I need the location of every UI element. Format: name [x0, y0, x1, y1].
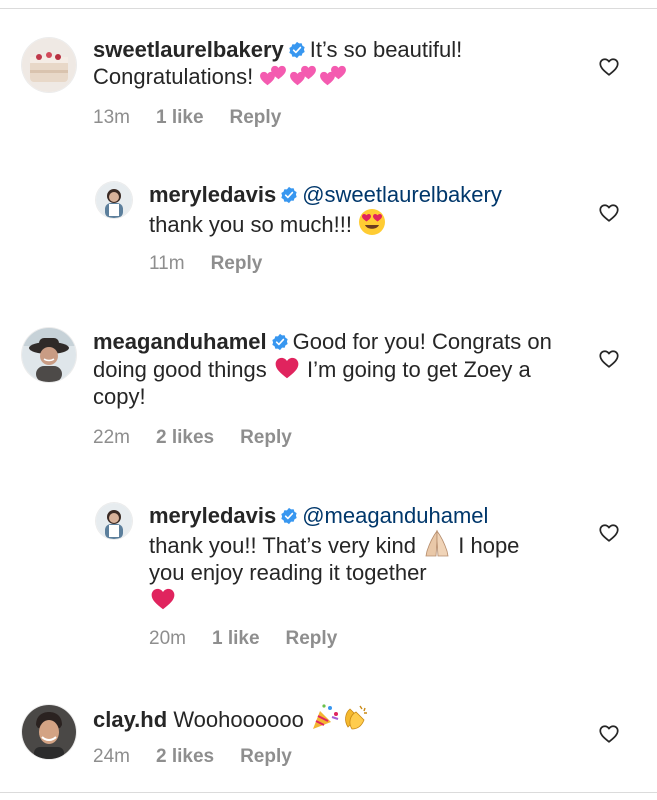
two-hearts-emoji — [289, 64, 319, 88]
clapping-hands-emoji — [340, 703, 370, 731]
verified-badge-icon — [280, 507, 298, 525]
likes-count[interactable]: 1 like — [156, 107, 204, 129]
verified-badge-icon — [271, 333, 289, 351]
verified-badge-icon — [280, 186, 298, 204]
two-hearts-emoji — [319, 64, 349, 88]
likes-count[interactable]: 2 likes — [156, 427, 214, 449]
username[interactable]: sweetlaurelbakery — [93, 37, 284, 62]
heart-outline-icon[interactable] — [598, 723, 620, 745]
heart-eyes-emoji — [358, 208, 386, 236]
heart-outline-icon[interactable] — [598, 522, 620, 544]
timestamp: 22m — [93, 427, 130, 448]
reply-button[interactable]: Reply — [240, 746, 292, 768]
comment-body: thank you!! That’s very kind — [149, 533, 416, 558]
top-divider — [0, 8, 657, 9]
likes-count[interactable]: 2 likes — [156, 746, 214, 768]
comment-body: thank you so much!!! — [149, 212, 352, 237]
comment-meta: 22m 2 likes Reply — [93, 427, 318, 449]
username[interactable]: meryledavis — [149, 503, 276, 528]
comment-body: Woohoooooo — [173, 707, 304, 732]
reply-button[interactable]: Reply — [286, 628, 338, 650]
reply-button[interactable]: Reply — [230, 107, 282, 129]
bottom-divider — [0, 792, 657, 793]
two-hearts-emoji — [259, 64, 289, 88]
heart-outline-icon[interactable] — [598, 56, 620, 78]
avatar[interactable] — [96, 182, 132, 218]
timestamp: 20m — [149, 628, 186, 649]
heart-outline-icon[interactable] — [598, 348, 620, 370]
username[interactable]: meryledavis — [149, 182, 276, 207]
username[interactable]: clay.hd — [93, 707, 167, 732]
comment-text: clay.hd Woohoooooo — [93, 703, 563, 733]
folded-hands-emoji — [422, 529, 452, 557]
comment-text: meryledavis @sweetlaurelbakery thank you … — [149, 181, 569, 238]
comment-meta: 11m Reply — [149, 253, 288, 275]
mention-link[interactable]: @meaganduhamel — [302, 503, 488, 528]
verified-badge-icon — [288, 41, 306, 59]
username[interactable]: meaganduhamel — [93, 329, 267, 354]
comment-meta: 13m 1 like Reply — [93, 107, 307, 129]
comment-meta: 20m 1 like Reply — [149, 628, 363, 650]
comment-text: meryledavis @meaganduhamel thank you!! Th… — [149, 502, 559, 614]
heart-outline-icon[interactable] — [598, 202, 620, 224]
timestamp: 13m — [93, 107, 130, 128]
likes-count[interactable]: 1 like — [212, 628, 260, 650]
red-heart-emoji — [149, 586, 177, 612]
avatar[interactable] — [22, 705, 76, 759]
timestamp: 24m — [93, 746, 130, 767]
comment-text: sweetlaurelbakery It’s so beautiful! Cong… — [93, 36, 563, 90]
party-popper-emoji — [310, 703, 340, 731]
reply-button[interactable]: Reply — [240, 427, 292, 449]
comment-text: meaganduhamel Good for you! Congrats on d… — [93, 328, 563, 410]
comment-meta: 24m 2 likes Reply — [93, 746, 318, 768]
avatar[interactable] — [22, 328, 76, 382]
avatar[interactable] — [96, 503, 132, 539]
reply-button[interactable]: Reply — [211, 253, 263, 275]
mention-link[interactable]: @sweetlaurelbakery — [302, 182, 502, 207]
timestamp: 11m — [149, 253, 185, 274]
red-heart-emoji — [273, 355, 301, 381]
avatar[interactable] — [22, 38, 76, 92]
